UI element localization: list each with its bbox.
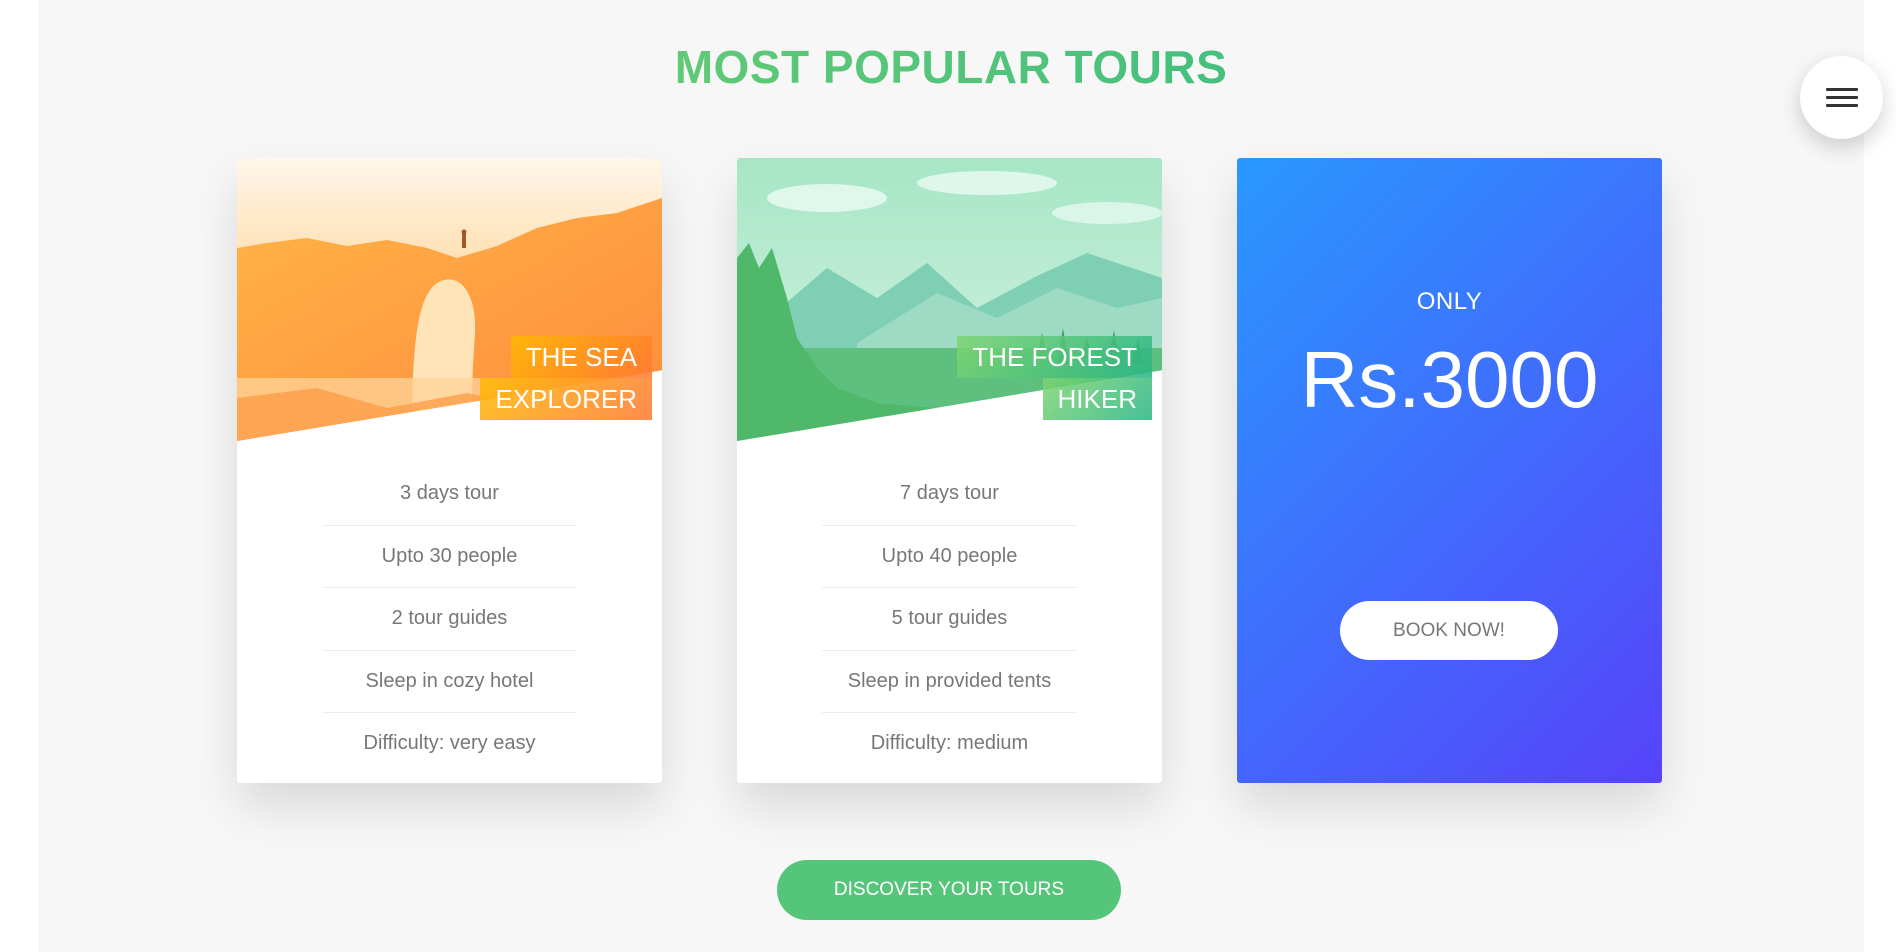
card-heading-line-2: EXPLORER	[480, 378, 652, 420]
tour-details-list: 7 days tour Upto 40 people 5 tour guides…	[822, 463, 1077, 776]
price-box: ONLY Rs.3000	[1237, 288, 1662, 426]
detail-guides: 2 tour guides	[322, 588, 577, 651]
detail-accommodation: Sleep in cozy hotel	[322, 651, 577, 713]
detail-difficulty: Difficulty: very easy	[363, 732, 536, 754]
card-heading-line-1: THE SEA	[510, 336, 652, 378]
tour-details-list: 3 days tour Upto 30 people 2 tour guides…	[322, 463, 577, 776]
detail-group-size: Upto 40 people	[822, 526, 1077, 588]
detail-accommodation: Sleep in provided tents	[822, 651, 1077, 713]
detail-difficulty: Difficulty: medium	[870, 732, 1029, 754]
detail-guides: 5 tour guides	[822, 588, 1077, 651]
card-heading-line-1: THE FOREST	[957, 336, 1152, 378]
book-now-button[interactable]: BOOK NOW!	[1340, 601, 1558, 660]
card-heading: THE SEA EXPLORER	[432, 336, 652, 420]
detail-group-size: Upto 30 people	[322, 526, 577, 588]
tour-card-forest-hiker[interactable]: THE FOREST HIKER 7 days tour Upto 40 peo…	[737, 158, 1162, 783]
price-label: ONLY	[1416, 288, 1483, 315]
card-heading: THE FOREST HIKER	[932, 336, 1152, 420]
tour-price-card: ONLY Rs.3000 BOOK NOW!	[1237, 158, 1662, 783]
navigation-button[interactable]	[1800, 56, 1883, 139]
detail-duration: 3 days tour	[322, 463, 577, 526]
tour-card-sea-explorer[interactable]: THE SEA EXPLORER 3 days tour Upto 30 peo…	[237, 158, 662, 783]
detail-duration: 7 days tour	[822, 463, 1077, 526]
section-title: MOST POPULAR TOURS	[38, 40, 1864, 94]
tours-section: MOST POPULAR TOURS THE SEA EXPLORER 3 da…	[38, 0, 1883, 952]
discover-tours-button[interactable]: DISCOVER YOUR TOURS	[777, 860, 1121, 920]
price-value: Rs.3000	[1300, 335, 1599, 424]
card-heading-line-2: HIKER	[1042, 378, 1152, 420]
